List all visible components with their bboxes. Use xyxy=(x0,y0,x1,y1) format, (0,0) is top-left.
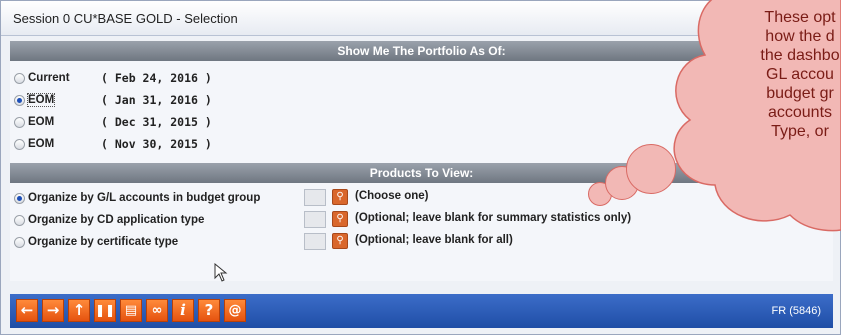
option-label: EOM xyxy=(26,93,56,107)
field-hint: (Choose one) xyxy=(355,190,429,202)
cd-type-input[interactable] xyxy=(304,211,326,228)
screen-id: FR (5846) xyxy=(771,305,821,317)
radio-cert-type[interactable] xyxy=(14,236,25,248)
callout-line: how the d xyxy=(765,28,835,45)
portfolio-option-eom-jan[interactable]: EOM xyxy=(14,91,56,109)
portfolio-option-eom-dec[interactable]: EOM xyxy=(14,113,54,131)
bottom-toolbar: ← → ↑ ❚❚ ▤ ∞ i ? @ FR (5846) xyxy=(10,294,833,328)
option-date: ( Dec 31, 2015 ) xyxy=(101,115,212,129)
back-arrow-icon[interactable]: ← xyxy=(16,299,38,322)
option-label: Current xyxy=(28,72,70,84)
option-label: Organize by G/L accounts in budget group xyxy=(28,192,261,204)
gl-budget-input[interactable] xyxy=(304,189,326,206)
option-label: Organize by certificate type xyxy=(28,236,179,248)
callout-line: the dashbo xyxy=(760,47,840,64)
callout-line: Type, or xyxy=(771,123,829,140)
print-icon[interactable]: ▤ xyxy=(120,299,142,322)
lookup-icon[interactable]: ⚲ xyxy=(332,233,348,249)
callout-line: GL accou xyxy=(766,66,834,83)
product-option-cert-type[interactable]: Organize by certificate type xyxy=(14,233,178,251)
field-hint: (Optional; leave blank for all) xyxy=(355,234,513,246)
portfolio-option-eom-nov[interactable]: EOM xyxy=(14,135,54,153)
lookup-icon[interactable]: ⚲ xyxy=(332,211,348,227)
window-title: Session 0 CU*BASE GOLD - Selection xyxy=(13,11,238,26)
up-arrow-icon[interactable]: ↑ xyxy=(68,299,90,322)
field-hint: (Optional; leave blank for summary stati… xyxy=(355,212,632,224)
radio-gl-budget[interactable] xyxy=(14,192,25,204)
option-date: ( Jan 31, 2016 ) xyxy=(101,93,212,107)
option-label: EOM xyxy=(28,138,55,150)
callout-line: budget gr xyxy=(766,85,834,102)
radio-eom-nov[interactable] xyxy=(14,138,25,150)
callout-line: accounts xyxy=(767,104,833,121)
info-icon[interactable]: i xyxy=(172,299,194,322)
callout-text: These opt how the d the dashbo GL accou … xyxy=(710,8,841,141)
mouse-pointer-icon xyxy=(214,263,228,282)
portfolio-option-current[interactable]: Current xyxy=(14,69,70,87)
product-option-gl-budget[interactable]: Organize by G/L accounts in budget group xyxy=(14,189,260,207)
product-option-cd-type[interactable]: Organize by CD application type xyxy=(14,211,204,229)
radio-current[interactable] xyxy=(14,72,25,84)
cert-type-input[interactable] xyxy=(304,233,326,250)
option-date: ( Nov 30, 2015 ) xyxy=(101,137,212,151)
at-sign-icon[interactable]: @ xyxy=(224,299,246,322)
link-icon[interactable]: ∞ xyxy=(146,299,168,322)
option-label: EOM xyxy=(28,116,55,128)
radio-eom-jan[interactable] xyxy=(14,94,25,106)
forward-arrow-icon[interactable]: → xyxy=(42,299,64,322)
help-icon[interactable]: ? xyxy=(198,299,220,322)
lookup-icon[interactable]: ⚲ xyxy=(332,189,348,205)
radio-eom-dec[interactable] xyxy=(14,116,25,128)
option-label: Organize by CD application type xyxy=(28,214,205,226)
callout-line: These opt xyxy=(764,9,836,26)
option-date: ( Feb 24, 2016 ) xyxy=(101,71,212,85)
radio-cd-type[interactable] xyxy=(14,214,25,226)
pause-icon[interactable]: ❚❚ xyxy=(94,299,116,322)
